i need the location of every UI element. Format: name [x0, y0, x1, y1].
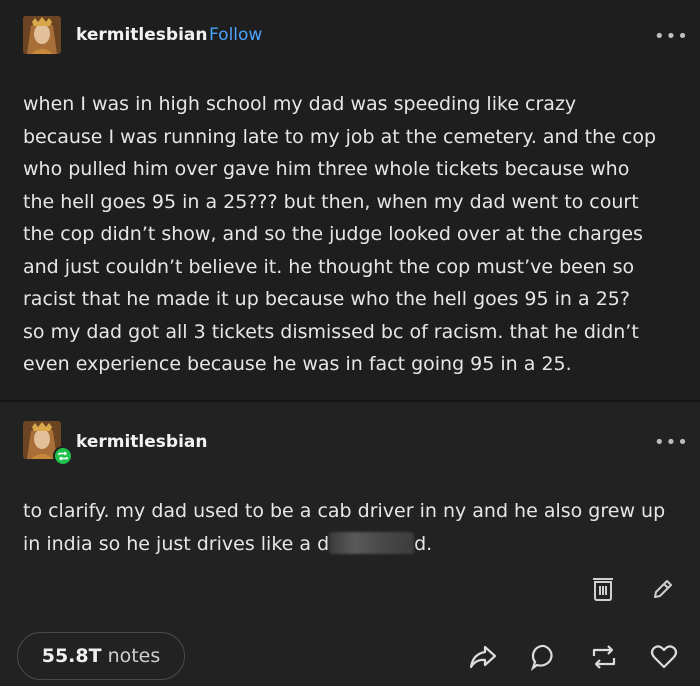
- notes-label: notes: [107, 645, 161, 667]
- post-line: the hell goes 95 in a 25??? but then, wh…: [23, 190, 639, 213]
- edit-icon[interactable]: [650, 576, 676, 602]
- post-line: and just couldn’t believe it. he thought…: [23, 255, 635, 278]
- original-post: kermitlesbian Follow ••• when I was in h…: [0, 0, 700, 400]
- delete-icon[interactable]: [590, 575, 616, 603]
- post-line: because I was running late to my job at …: [23, 125, 657, 148]
- reblog-text-before: in india so he just drives like a d: [23, 532, 330, 555]
- notes-count: 55.8T: [41, 645, 102, 667]
- like-icon[interactable]: [649, 642, 679, 672]
- follow-button[interactable]: Follow: [209, 25, 262, 45]
- reblog-icon[interactable]: [589, 642, 619, 672]
- post-line: so my dad got all 3 tickets dismissed bc…: [23, 320, 639, 343]
- notes-button[interactable]: 55.8T notes: [17, 632, 185, 680]
- more-options-icon[interactable]: •••: [654, 26, 689, 47]
- post-line: racist that he made it up because who th…: [23, 288, 630, 310]
- reblog-line: in india so he just drives like a d d.: [23, 528, 688, 561]
- censored-word: [329, 531, 415, 554]
- post-username[interactable]: kermitlesbian: [76, 25, 207, 45]
- reblog-username[interactable]: kermitlesbian: [76, 432, 207, 452]
- reblog-more-options-icon[interactable]: •••: [654, 432, 689, 453]
- post-body: when I was in high school my dad was spe…: [23, 88, 688, 381]
- reblog-badge-icon: [53, 446, 73, 466]
- reblog-text-after: d.: [414, 532, 433, 555]
- reply-icon[interactable]: [529, 642, 559, 672]
- share-icon[interactable]: [468, 642, 498, 672]
- reblog-body: to clarify. my dad used to be a cab driv…: [23, 495, 688, 560]
- post-line: when I was in high school my dad was spe…: [23, 93, 577, 115]
- post-line: even experience because he was in fact g…: [23, 353, 572, 375]
- reblog-line: to clarify. my dad used to be a cab driv…: [23, 500, 666, 522]
- avatar[interactable]: [23, 16, 61, 54]
- post-line: the cop didn’t show, and so the judge lo…: [23, 223, 643, 245]
- post-line: who pulled him over gave him three whole…: [23, 158, 630, 180]
